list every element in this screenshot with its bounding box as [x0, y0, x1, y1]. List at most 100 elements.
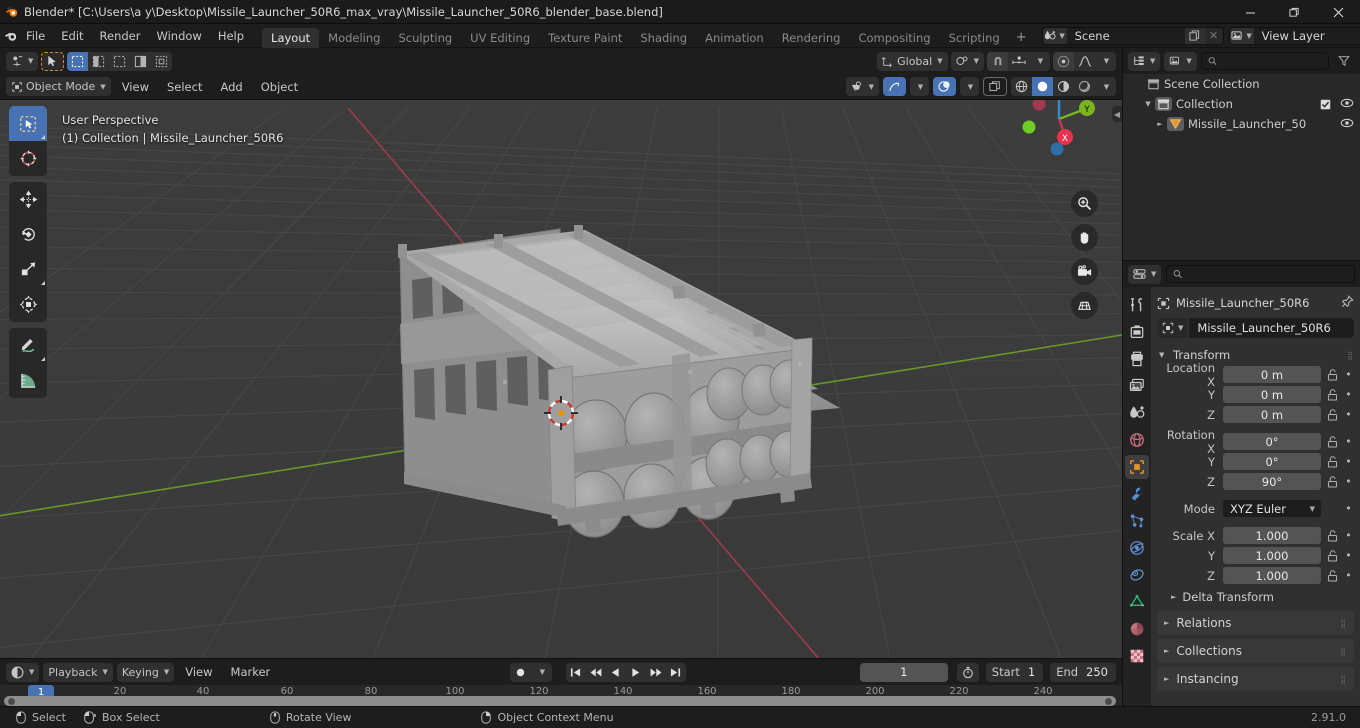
outliner-search-box[interactable] — [1200, 52, 1329, 70]
animate-dot-icon[interactable]: • — [1343, 408, 1354, 421]
select-extend-icon[interactable] — [88, 52, 109, 71]
tool-tab[interactable] — [1125, 293, 1149, 317]
timeline-menu-view[interactable]: View — [178, 663, 219, 681]
rotation-mode-select[interactable]: XYZ Euler ▼ — [1223, 500, 1321, 517]
properties-editor-type-button[interactable]: ▼ — [1128, 264, 1162, 284]
timeline-ruler[interactable]: 20 40 60 80 100 120 140 160 180 200 220 … — [0, 685, 1122, 707]
play-reverse-button[interactable] — [606, 663, 626, 682]
object-name-value[interactable]: Missile_Launcher_50R6 — [1189, 318, 1354, 338]
jump-to-end-button[interactable] — [666, 663, 686, 682]
gizmo-toggle-button[interactable] — [883, 77, 906, 96]
tweak-select-tool[interactable] — [9, 106, 47, 141]
outliner-search-input[interactable] — [1221, 54, 1322, 68]
lock-icon[interactable] — [1325, 408, 1339, 421]
tab-shading[interactable]: Shading — [631, 28, 696, 48]
outliner-row-collection[interactable]: ▼ Collection — [1123, 94, 1360, 114]
rotation-z-field[interactable]: 90° — [1223, 473, 1321, 490]
animate-dot-icon[interactable]: • — [1343, 549, 1354, 562]
play-button[interactable] — [626, 663, 646, 682]
timeline-horizontal-scrollbar[interactable] — [4, 696, 1116, 706]
new-scene-button[interactable] — [1184, 27, 1205, 44]
lock-icon[interactable] — [1325, 368, 1339, 381]
tab-layout[interactable]: Layout — [262, 27, 320, 48]
properties-search-box[interactable] — [1166, 265, 1355, 283]
view-layer-id-box[interactable]: ▼ View Layer ✕ — [1228, 26, 1360, 45]
expander-object[interactable]: ► — [1153, 120, 1167, 128]
overlays-dropdown-button[interactable]: ▼ — [960, 77, 979, 96]
transform-tool[interactable] — [9, 287, 47, 322]
measure-tool[interactable] — [9, 363, 47, 398]
unlink-scene-button[interactable]: ✕ — [1205, 28, 1223, 44]
scene-name-value[interactable]: Scene — [1066, 27, 1185, 44]
outliner-editor-type-button[interactable]: ▼ — [1128, 51, 1161, 71]
scene-id-box[interactable]: ▼ Scene ✕ — [1041, 26, 1224, 45]
outliner-row-object[interactable]: ► Missile_Launcher_50 — [1123, 114, 1360, 134]
animate-dot-icon[interactable]: • — [1343, 475, 1354, 488]
outliner-display-mode-button[interactable]: ▼ — [1164, 51, 1197, 71]
location-x-field[interactable]: 0 m — [1223, 366, 1321, 383]
relations-panel[interactable]: ► Relations ⣿ — [1157, 611, 1354, 635]
visibility-selector[interactable]: ▼ — [845, 77, 879, 96]
animate-dot-icon[interactable]: • — [1343, 502, 1354, 515]
pin-icon[interactable] — [1341, 295, 1354, 311]
cursor-tool[interactable] — [9, 141, 47, 176]
viewport-menu-view[interactable]: View — [115, 78, 156, 96]
tab-rendering[interactable]: Rendering — [773, 28, 850, 48]
scale-y-field[interactable]: 1.000 — [1223, 547, 1321, 564]
end-frame-field[interactable]: End 250 — [1050, 662, 1116, 682]
scene-tab[interactable] — [1125, 401, 1149, 425]
physics-tab[interactable] — [1125, 536, 1149, 560]
tab-modeling[interactable]: Modeling — [319, 28, 389, 48]
move-tool[interactable] — [9, 182, 47, 217]
select-subtract-icon[interactable] — [109, 52, 130, 71]
falloff-dropdown-icon[interactable]: ▼ — [1095, 52, 1116, 71]
object-data-tab[interactable] — [1125, 590, 1149, 614]
use-preview-range-icon[interactable] — [956, 662, 979, 682]
location-z-field[interactable]: 0 m — [1223, 406, 1321, 423]
tab-animation[interactable]: Animation — [696, 28, 773, 48]
close-button[interactable] — [1316, 0, 1360, 24]
viewport-menu-select[interactable]: Select — [160, 78, 209, 96]
viewport-menu-add[interactable]: Add — [213, 78, 249, 96]
material-preview-shading-icon[interactable] — [1053, 77, 1074, 96]
timeline-menu-marker[interactable]: Marker — [224, 663, 278, 681]
properties-search-input[interactable] — [1187, 267, 1348, 281]
jump-to-prev-keyframe-button[interactable] — [586, 663, 606, 682]
lock-icon[interactable] — [1325, 549, 1339, 562]
wireframe-shading-icon[interactable] — [1011, 77, 1032, 96]
texture-tab[interactable] — [1125, 644, 1149, 668]
modifier-tab[interactable] — [1125, 482, 1149, 506]
outliner-filter-icon[interactable] — [1333, 52, 1355, 71]
minimize-button[interactable] — [1228, 0, 1272, 24]
snap-magnet-icon[interactable] — [987, 51, 1008, 71]
viewport-menu-object[interactable]: Object — [254, 78, 305, 96]
location-y-field[interactable]: 0 m — [1223, 386, 1321, 403]
select-invert-icon[interactable] — [130, 52, 151, 71]
animate-dot-icon[interactable]: • — [1343, 368, 1354, 381]
auto-keying-record-icon[interactable] — [510, 663, 531, 682]
collection-checkbox[interactable] — [1320, 98, 1331, 110]
camera-view-icon[interactable] — [1071, 258, 1098, 285]
pan-hand-icon[interactable] — [1071, 224, 1098, 251]
playback-menu-button[interactable]: Playback ▼ — [43, 662, 113, 682]
animate-dot-icon[interactable]: • — [1343, 529, 1354, 542]
view-layer-name-value[interactable]: View Layer — [1253, 27, 1360, 44]
annotate-tool[interactable] — [9, 328, 47, 363]
lock-icon[interactable] — [1325, 435, 1339, 448]
delta-transform-subpanel[interactable]: ► Delta Transform — [1157, 586, 1354, 607]
object-name-field[interactable]: ▼ Missile_Launcher_50R6 — [1157, 318, 1354, 338]
object-mode-selector[interactable]: Object Mode ▼ — [6, 77, 111, 96]
sidebar-collapse-arrow[interactable]: ◀ — [1112, 106, 1122, 122]
falloff-curve-icon[interactable] — [1074, 52, 1095, 71]
material-tab[interactable] — [1125, 617, 1149, 641]
render-tab[interactable] — [1125, 320, 1149, 344]
rotation-y-field[interactable]: 0° — [1223, 453, 1321, 470]
menu-render[interactable]: Render — [92, 26, 149, 46]
auto-keying-dropdown-icon[interactable]: ▼ — [531, 663, 552, 682]
rotation-x-field[interactable]: 0° — [1223, 433, 1321, 450]
animate-dot-icon[interactable]: • — [1343, 388, 1354, 401]
eye-icon[interactable] — [1340, 117, 1354, 131]
view-layer-tab[interactable] — [1125, 374, 1149, 398]
editor-type-selector[interactable]: ▼ — [6, 51, 39, 71]
scale-tool[interactable] — [9, 252, 47, 287]
